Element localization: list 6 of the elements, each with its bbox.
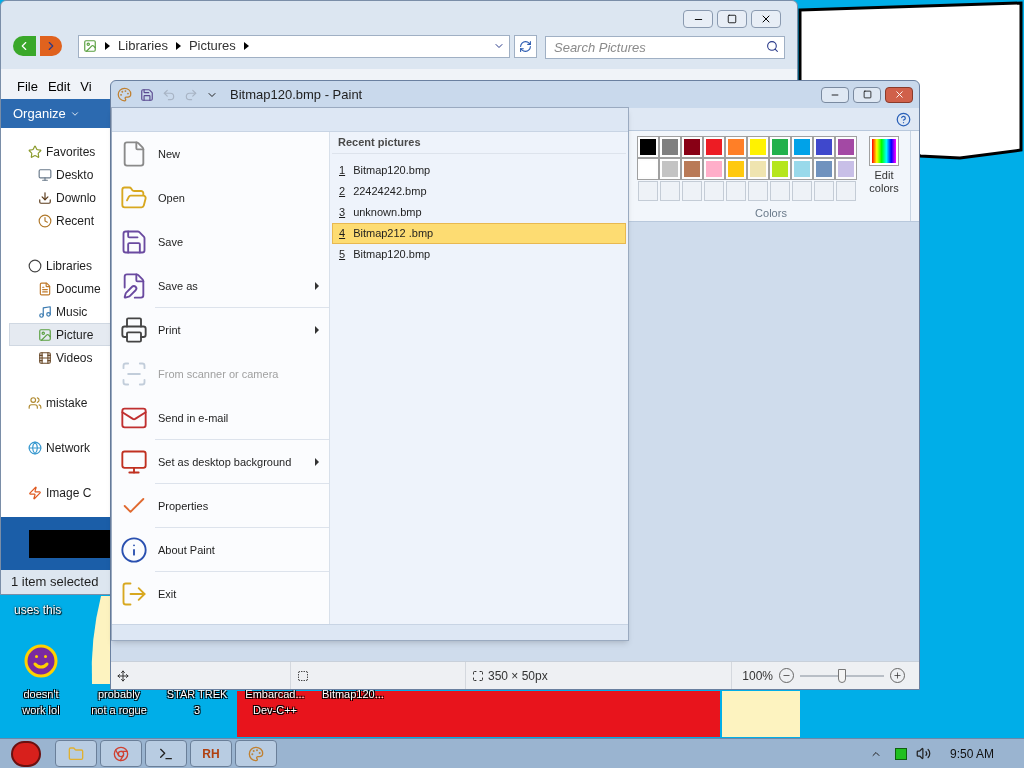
window-title: Bitmap120.bmp - Paint [230, 85, 363, 104]
group-label: Colors [755, 206, 787, 221]
zoom-level-text: 100% [742, 667, 773, 685]
status-text: 1 item selected [11, 573, 99, 592]
recent-pictures-heading: Recent pictures [338, 135, 421, 151]
image-size-text: 350 × 50px [488, 667, 548, 685]
